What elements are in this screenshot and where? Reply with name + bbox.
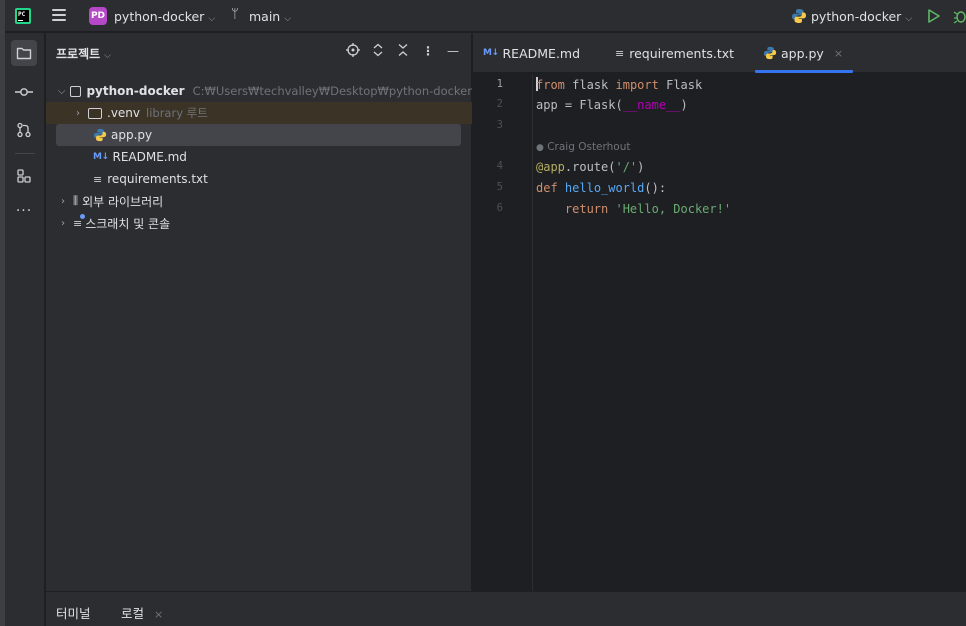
project-panel: 프로젝트 ⌵ ⋮ — ⌵ python-docker C:₩Users₩techv… — [46, 33, 472, 591]
chevron-down-icon: ⌵ — [905, 14, 913, 24]
folder-icon — [70, 85, 82, 97]
chevron-down-icon: ⌵ — [284, 14, 292, 24]
title-bar: PC PD python-docker ⌵ ᛘ main ⌵ python-dock… — [5, 0, 966, 32]
minimize-icon[interactable]: — — [445, 43, 461, 59]
options-icon[interactable]: ⋮ — [420, 43, 436, 59]
code-line-4: @app.route('/') — [536, 160, 645, 174]
run-icon[interactable] — [927, 7, 941, 25]
root-folder-name: python-docker — [86, 84, 185, 98]
tree-item-requirements[interactable]: ≡ requirements.txt — [46, 168, 472, 190]
code-line-1: from flask import Flask — [536, 77, 703, 92]
chevron-right-icon[interactable]: › — [72, 108, 84, 119]
debug-icon[interactable] — [953, 8, 966, 24]
project-panel-title: 프로젝트 — [56, 47, 101, 61]
code-line-2: app = Flask(__name__) — [536, 98, 688, 112]
tab-readme[interactable]: M↓ README.md — [483, 33, 580, 73]
code-line-5: def hello_world(): — [536, 181, 667, 195]
pycharm-logo-icon[interactable]: PC — [15, 8, 31, 24]
tab-label: 로컬 — [121, 606, 145, 621]
hamburger-menu-icon[interactable] — [52, 9, 66, 21]
library-root-hint: library 루트 — [146, 106, 208, 120]
close-icon[interactable]: × — [154, 608, 163, 621]
structure-icon[interactable] — [11, 163, 37, 189]
close-icon[interactable]: × — [834, 47, 843, 60]
code-line-6: return 'Hello, Docker!' — [536, 202, 732, 216]
project-view-selector[interactable]: 프로젝트 ⌵ — [56, 45, 111, 62]
locate-icon[interactable] — [345, 43, 361, 59]
branch-icon: ᛘ — [231, 7, 239, 22]
divider — [15, 153, 35, 154]
tree-item-external-libraries[interactable]: › ⫼ 외부 라이브러리 — [46, 190, 472, 212]
python-icon — [792, 9, 806, 23]
tool-window-strip: ··· — [5, 33, 45, 626]
branch-selector[interactable]: main ⌵ — [249, 9, 291, 24]
tab-terminal[interactable]: 터미널 — [56, 603, 91, 622]
branch-name: main — [249, 9, 281, 24]
line-number: 4 — [496, 160, 503, 172]
tab-app-py[interactable]: app.py × — [754, 33, 854, 73]
tree-item-venv[interactable]: › .venv library 루트 — [46, 102, 472, 124]
more-icon[interactable]: ··· — [11, 201, 37, 227]
line-number: 5 — [496, 181, 503, 193]
chevron-down-icon[interactable]: ⌵ — [57, 86, 66, 97]
bottom-tool-bar: 터미널 로컬 × — [46, 591, 966, 626]
markdown-icon: M↓ — [483, 48, 499, 58]
line-number: 1 — [496, 78, 503, 90]
chevron-down-icon: ⌵ — [208, 14, 216, 24]
editor-tabs: M↓ README.md ≡ requirements.txt app.py × — [473, 33, 966, 73]
venv-folder-name: .venv — [107, 106, 141, 120]
chevron-down-icon: ⌵ — [104, 51, 111, 61]
python-icon — [93, 128, 107, 142]
project-name: python-docker — [114, 9, 205, 24]
line-number: 6 — [496, 202, 503, 214]
scratches-icon: ≡ — [73, 213, 86, 230]
file-name: requirements.txt — [107, 172, 208, 186]
python-icon — [763, 46, 777, 60]
project-badge[interactable]: PD — [89, 7, 107, 25]
file-name: README.md — [112, 150, 187, 164]
line-number: 2 — [496, 98, 503, 110]
code-editor[interactable]: 1 2 3 4 5 6 from flask import Flask app … — [473, 74, 966, 591]
chevron-right-icon[interactable]: › — [57, 196, 69, 207]
tab-label: app.py — [781, 45, 824, 61]
run-config-name: python-docker — [811, 9, 902, 24]
commit-icon[interactable] — [11, 79, 37, 105]
file-name: app.py — [111, 128, 153, 142]
library-icon: ⫼ — [73, 194, 79, 207]
line-number: 3 — [496, 119, 503, 131]
chevron-right-icon[interactable]: › — [57, 218, 69, 229]
author-hint: ● Craig Osterhout — [536, 141, 631, 153]
line-gutter: 1 2 3 4 5 6 — [473, 74, 533, 591]
markdown-icon: M↓ — [93, 152, 109, 162]
tree-item-scratches[interactable]: › ≡ 스크래치 및 콘솔 — [46, 212, 472, 234]
user-icon: ● — [536, 143, 544, 153]
project-panel-header: 프로젝트 ⌵ ⋮ — — [46, 33, 472, 71]
root-folder-path: C:₩Users₩techvalley₩Desktop₩python-docke… — [192, 84, 472, 98]
tree-item-readme[interactable]: M↓ README.md — [46, 146, 472, 168]
text-file-icon: ≡ — [93, 172, 103, 186]
tab-label: requirements.txt — [629, 45, 735, 61]
tree-root[interactable]: ⌵ python-docker C:₩Users₩techvalley₩Desk… — [46, 80, 472, 102]
expand-all-icon[interactable] — [370, 43, 386, 59]
folder-icon — [88, 107, 102, 119]
pull-requests-icon[interactable] — [11, 117, 37, 143]
external-libraries-label: 외부 라이브러리 — [82, 194, 164, 209]
tab-local[interactable]: 로컬 × — [121, 603, 163, 622]
collapse-all-icon[interactable] — [395, 43, 411, 59]
tab-requirements[interactable]: ≡ requirements.txt — [615, 33, 734, 73]
tree-item-app-py[interactable]: app.py — [56, 124, 461, 146]
project-selector[interactable]: python-docker ⌵ — [114, 9, 215, 24]
author-name: Craig Osterhout — [547, 141, 631, 153]
tab-label: README.md — [502, 45, 581, 61]
text-file-icon: ≡ — [615, 46, 625, 60]
run-config-selector[interactable]: python-docker ⌵ — [811, 9, 912, 24]
folder-icon[interactable] — [11, 40, 37, 66]
scratches-label: 스크래치 및 콘솔 — [85, 216, 171, 231]
